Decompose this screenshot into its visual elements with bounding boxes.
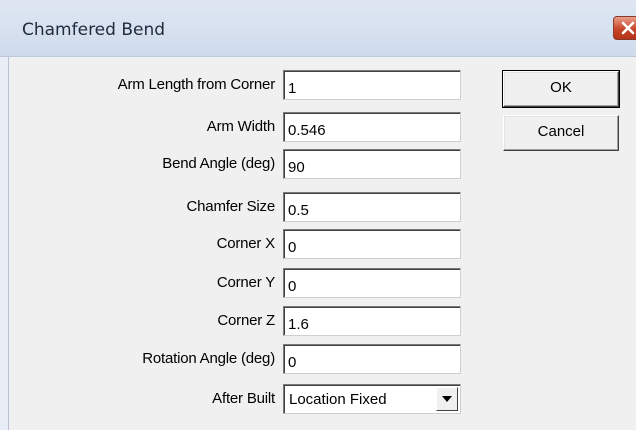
chamfer-size-input[interactable]: [283, 192, 461, 222]
corner-x-input[interactable]: [283, 229, 461, 259]
corner-x-label: Corner X: [216, 235, 276, 252]
close-icon: [621, 21, 635, 35]
corner-y-label: Corner Y: [216, 274, 275, 291]
close-button[interactable]: [613, 16, 636, 40]
cancel-button[interactable]: Cancel: [503, 115, 619, 151]
bend-angle-row: Bend Angle (deg): [9, 149, 479, 179]
rotation-angle-input[interactable]: [283, 344, 461, 374]
rotation-angle-label: Rotation Angle (deg): [142, 350, 275, 367]
arm-length-input[interactable]: [283, 70, 461, 100]
corner-z-row: Corner Z: [9, 306, 479, 336]
rotation-angle-row: Rotation Angle (deg): [9, 344, 479, 374]
corner-y-input[interactable]: [283, 268, 461, 298]
ok-button[interactable]: OK: [502, 70, 620, 108]
corner-z-input[interactable]: [283, 306, 461, 336]
bend-angle-label: Bend Angle (deg): [162, 155, 275, 172]
window-title: Chamfered Bend: [22, 20, 166, 40]
after-built-row: After Built Location Fixed: [9, 384, 479, 414]
corner-y-row: Corner Y: [9, 268, 479, 298]
arm-length-label: Arm Length from Corner: [117, 76, 276, 93]
chamfer-size-label: Chamfer Size: [186, 198, 276, 215]
corner-z-label: Corner Z: [217, 312, 275, 329]
chamfer-size-row: Chamfer Size: [9, 192, 479, 222]
corner-x-row: Corner X: [9, 229, 479, 259]
bend-angle-input[interactable]: [283, 149, 461, 179]
dropdown-button[interactable]: [436, 387, 458, 411]
arm-width-row: Arm Width: [9, 112, 479, 142]
after-built-label: After Built: [212, 390, 275, 407]
dialog-window: Chamfered Bend Arm Length from Corner Ar…: [0, 0, 636, 430]
arm-width-label: Arm Width: [206, 118, 275, 135]
title-bar[interactable]: Chamfered Bend: [0, 0, 636, 57]
arm-length-row: Arm Length from Corner: [9, 70, 479, 100]
after-built-selected-value: Location Fixed: [289, 391, 387, 408]
chevron-down-icon: [442, 396, 452, 402]
after-built-select[interactable]: Location Fixed: [283, 384, 461, 414]
dialog-body: Arm Length from Corner Arm Width Bend An…: [8, 57, 636, 430]
arm-width-input[interactable]: [283, 112, 461, 142]
